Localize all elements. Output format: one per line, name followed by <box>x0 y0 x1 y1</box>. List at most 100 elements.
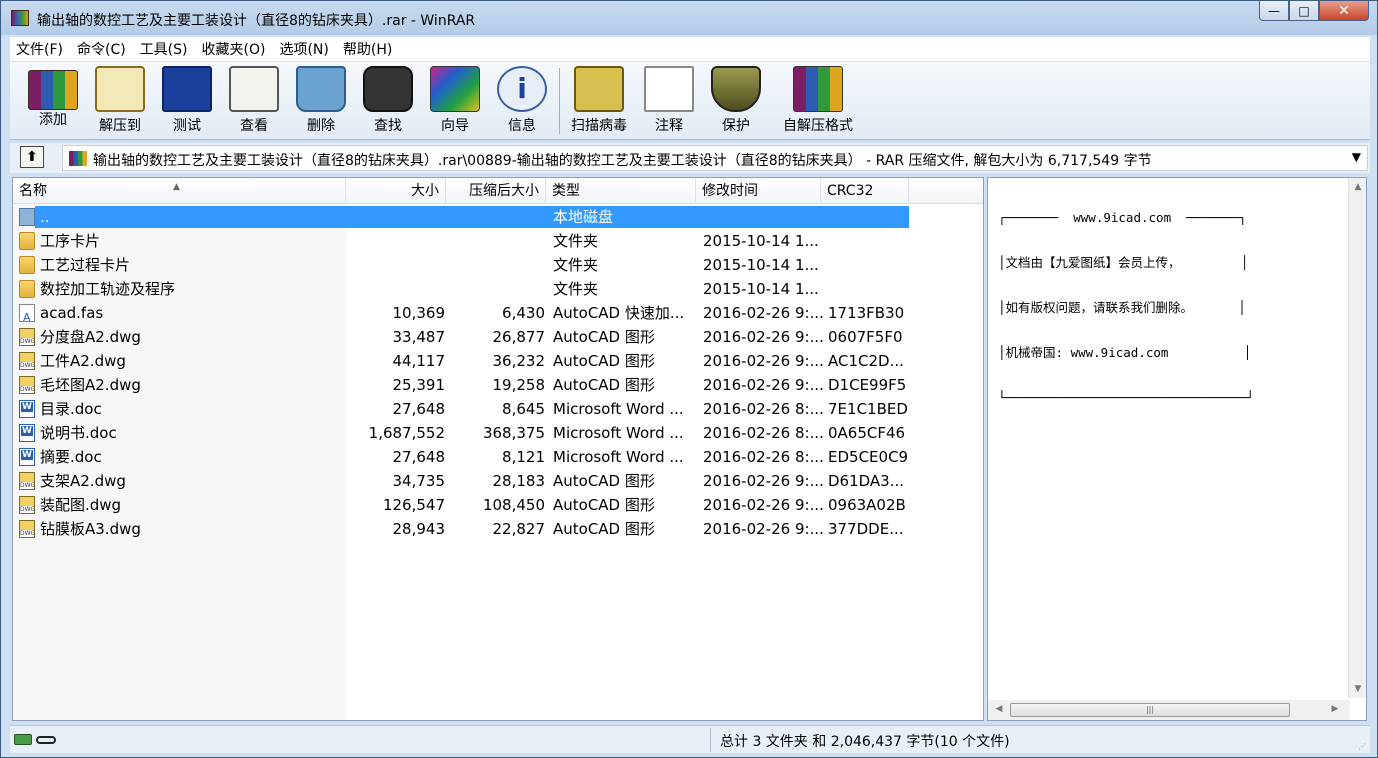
comment-line: ┌─────── www.9icad.com ───────┐ <box>998 210 1247 225</box>
file-name: 目录.doc <box>40 400 102 418</box>
file-type: 文件夹 <box>553 256 599 274</box>
menu-file[interactable]: 文件(F) <box>16 39 63 59</box>
comment-horizontal-scrollbar[interactable]: ◀ ||| ▶ <box>988 700 1350 720</box>
extract-to-icon <box>95 66 145 112</box>
scroll-left-icon[interactable]: ◀ <box>990 704 1008 714</box>
window-controls: — □ ✕ <box>1259 1 1369 23</box>
find-icon <box>363 66 413 112</box>
table-row[interactable]: 装配图.dwg 126,547 108,450 AutoCAD 图形 2016-02-2… <box>13 493 913 517</box>
column-modified[interactable]: 修改时间 <box>696 178 821 204</box>
table-row[interactable]: 摘要.doc 27,648 8,121 Microsoft Word ... 2016-… <box>13 445 913 469</box>
column-type[interactable]: 类型 <box>546 178 696 204</box>
archive-comment-pane[interactable]: ┌─────── www.9icad.com ───────┐ │文档由【九爱图… <box>987 177 1367 721</box>
view-button[interactable]: 查看 <box>221 66 287 135</box>
protect-label: 保护 <box>722 118 750 134</box>
virus-scan-button[interactable]: 扫描病毒 <box>566 66 632 135</box>
table-row[interactable]: 钻膜板A3.dwg 28,943 22,827 AutoCAD 图形 2016-02-2… <box>13 517 913 541</box>
file-crc: AC1C2D... <box>828 352 904 370</box>
folder-icon <box>19 232 35 250</box>
file-size: 1,687,552 <box>368 424 445 442</box>
table-row[interactable]: 说明书.doc 1,687,552 368,375 Microsoft Word ..… <box>13 421 913 445</box>
file-packed-size: 6,430 <box>502 304 545 322</box>
table-row[interactable]: 毛坯图A2.dwg 25,391 19,258 AutoCAD 图形 2016-02-2… <box>13 373 913 397</box>
file-type: Microsoft Word ... <box>553 448 684 466</box>
file-name: 工艺过程卡片 <box>40 256 131 274</box>
drive-icon[interactable] <box>14 734 32 745</box>
file-crc: 0A65CF46 <box>828 424 906 442</box>
menu-favorites[interactable]: 收藏夹(O) <box>202 39 266 59</box>
protect-button[interactable]: 保护 <box>703 66 769 135</box>
table-row[interactable]: 数控加工轨迹及程序 文件夹 2015-10-14 1... <box>13 277 913 301</box>
file-size: 33,487 <box>392 328 446 346</box>
comment-line: └────────────────────────────────┘ <box>998 390 1254 405</box>
file-type: AutoCAD 图形 <box>553 376 655 394</box>
menu-bar: 文件(F) 命令(C) 工具(S) 收藏夹(O) 选项(N) 帮助(H) <box>10 37 1370 61</box>
file-list[interactable]: 名称 ▲ 大小 压缩后大小 类型 修改时间 CRC32 .. 本地磁盘 工序卡片 文件… <box>12 177 984 721</box>
comment-line: │文档由【九爱图纸】会员上传， │ <box>998 255 1249 270</box>
status-summary: 总计 3 文件夹 和 2,046,437 字节(10 个文件) <box>720 734 1010 750</box>
word-document-icon <box>19 400 35 418</box>
parent-folder-row[interactable]: .. 本地磁盘 <box>13 205 913 229</box>
menu-tools[interactable]: 工具(S) <box>140 39 188 59</box>
file-type: Microsoft Word ... <box>553 424 684 442</box>
column-crc[interactable]: CRC32 <box>821 178 909 204</box>
up-folder-button[interactable]: ⬆ <box>20 146 44 168</box>
resize-grip-icon[interactable]: ⋰ <box>1358 742 1366 751</box>
file-name: 工件A2.dwg <box>40 352 126 370</box>
menu-help[interactable]: 帮助(H) <box>343 39 392 59</box>
info-button[interactable]: i 信息 <box>489 66 555 135</box>
info-icon: i <box>497 66 547 112</box>
file-modified: 2015-10-14 1... <box>703 256 819 274</box>
table-row[interactable]: 工序卡片 文件夹 2015-10-14 1... <box>13 229 913 253</box>
wizard-button[interactable]: 向导 <box>422 66 488 135</box>
file-size: 10,369 <box>392 304 446 322</box>
winrar-app-icon[interactable] <box>11 10 29 26</box>
minimize-button[interactable]: — <box>1259 1 1289 21</box>
scroll-thumb[interactable]: ||| <box>1010 703 1290 717</box>
virus-scan-label: 扫描病毒 <box>571 118 627 134</box>
maximize-button[interactable]: □ <box>1289 1 1319 21</box>
delete-button[interactable]: 删除 <box>288 66 354 135</box>
table-row[interactable]: 目录.doc 27,648 8,645 Microsoft Word ... 2016-… <box>13 397 913 421</box>
sfx-icon <box>793 66 843 112</box>
comment-icon <box>644 66 694 112</box>
find-button[interactable]: 查找 <box>355 66 421 135</box>
file-modified: 2016-02-26 9:... <box>703 304 824 322</box>
comment-vertical-scrollbar[interactable]: ▲ ▼ <box>1348 178 1366 698</box>
column-header: 名称 ▲ 大小 压缩后大小 类型 修改时间 CRC32 <box>13 178 983 204</box>
chevron-down-icon[interactable]: ▼ <box>1352 150 1361 164</box>
sfx-button[interactable]: 自解压格式 <box>778 66 858 135</box>
table-row[interactable]: acad.fas 10,369 6,430 AutoCAD 快速加... 2016-02… <box>13 301 913 330</box>
delete-label: 删除 <box>307 118 335 134</box>
scroll-right-icon[interactable]: ▶ <box>1326 704 1344 714</box>
column-size[interactable]: 大小 <box>346 178 446 204</box>
table-row[interactable]: 工艺过程卡片 文件夹 2015-10-14 1... <box>13 253 913 277</box>
file-crc: 7E1C1BED <box>828 400 908 418</box>
table-row[interactable]: 分度盘A2.dwg 33,487 26,877 AutoCAD 图形 2016-02-2… <box>13 325 913 349</box>
add-button[interactable]: 添加 <box>20 66 86 129</box>
file-name: 装配图.dwg <box>40 496 122 514</box>
column-packed[interactable]: 压缩后大小 <box>446 178 546 204</box>
comment-button[interactable]: 注释 <box>636 66 702 135</box>
menu-options[interactable]: 选项(N) <box>279 39 328 59</box>
scroll-up-icon[interactable]: ▲ <box>1349 182 1367 192</box>
add-label: 添加 <box>39 112 67 128</box>
info-label: 信息 <box>508 118 536 134</box>
dwg-file-icon <box>19 496 35 514</box>
file-modified: 2015-10-14 1... <box>703 232 819 250</box>
test-button[interactable]: 测试 <box>154 66 220 135</box>
table-row[interactable]: 支架A2.dwg 34,735 28,183 AutoCAD 图形 2016-02-26… <box>13 469 913 493</box>
menu-commands[interactable]: 命令(C) <box>77 39 126 59</box>
key-icon[interactable] <box>36 736 56 744</box>
file-size: 27,648 <box>392 400 446 418</box>
file-type: 文件夹 <box>553 280 599 298</box>
title-bar[interactable]: 输出轴的数控工艺及主要工装设计（直径8的钻床夹具）.rar - WinRAR —… <box>1 1 1377 35</box>
column-name[interactable]: 名称 ▲ <box>13 178 346 204</box>
scroll-down-icon[interactable]: ▼ <box>1349 684 1367 694</box>
address-field[interactable]: 输出轴的数控工艺及主要工装设计（直径8的钻床夹具）.rar\00889-输出轴的… <box>62 145 1368 171</box>
table-row[interactable]: 工件A2.dwg 44,117 36,232 AutoCAD 图形 2016-02-26… <box>13 349 913 373</box>
file-packed-size: 8,121 <box>502 448 545 466</box>
up-folder-icon <box>19 208 35 226</box>
extract-to-button[interactable]: 解压到 <box>87 66 153 135</box>
close-button[interactable]: ✕ <box>1319 1 1369 21</box>
